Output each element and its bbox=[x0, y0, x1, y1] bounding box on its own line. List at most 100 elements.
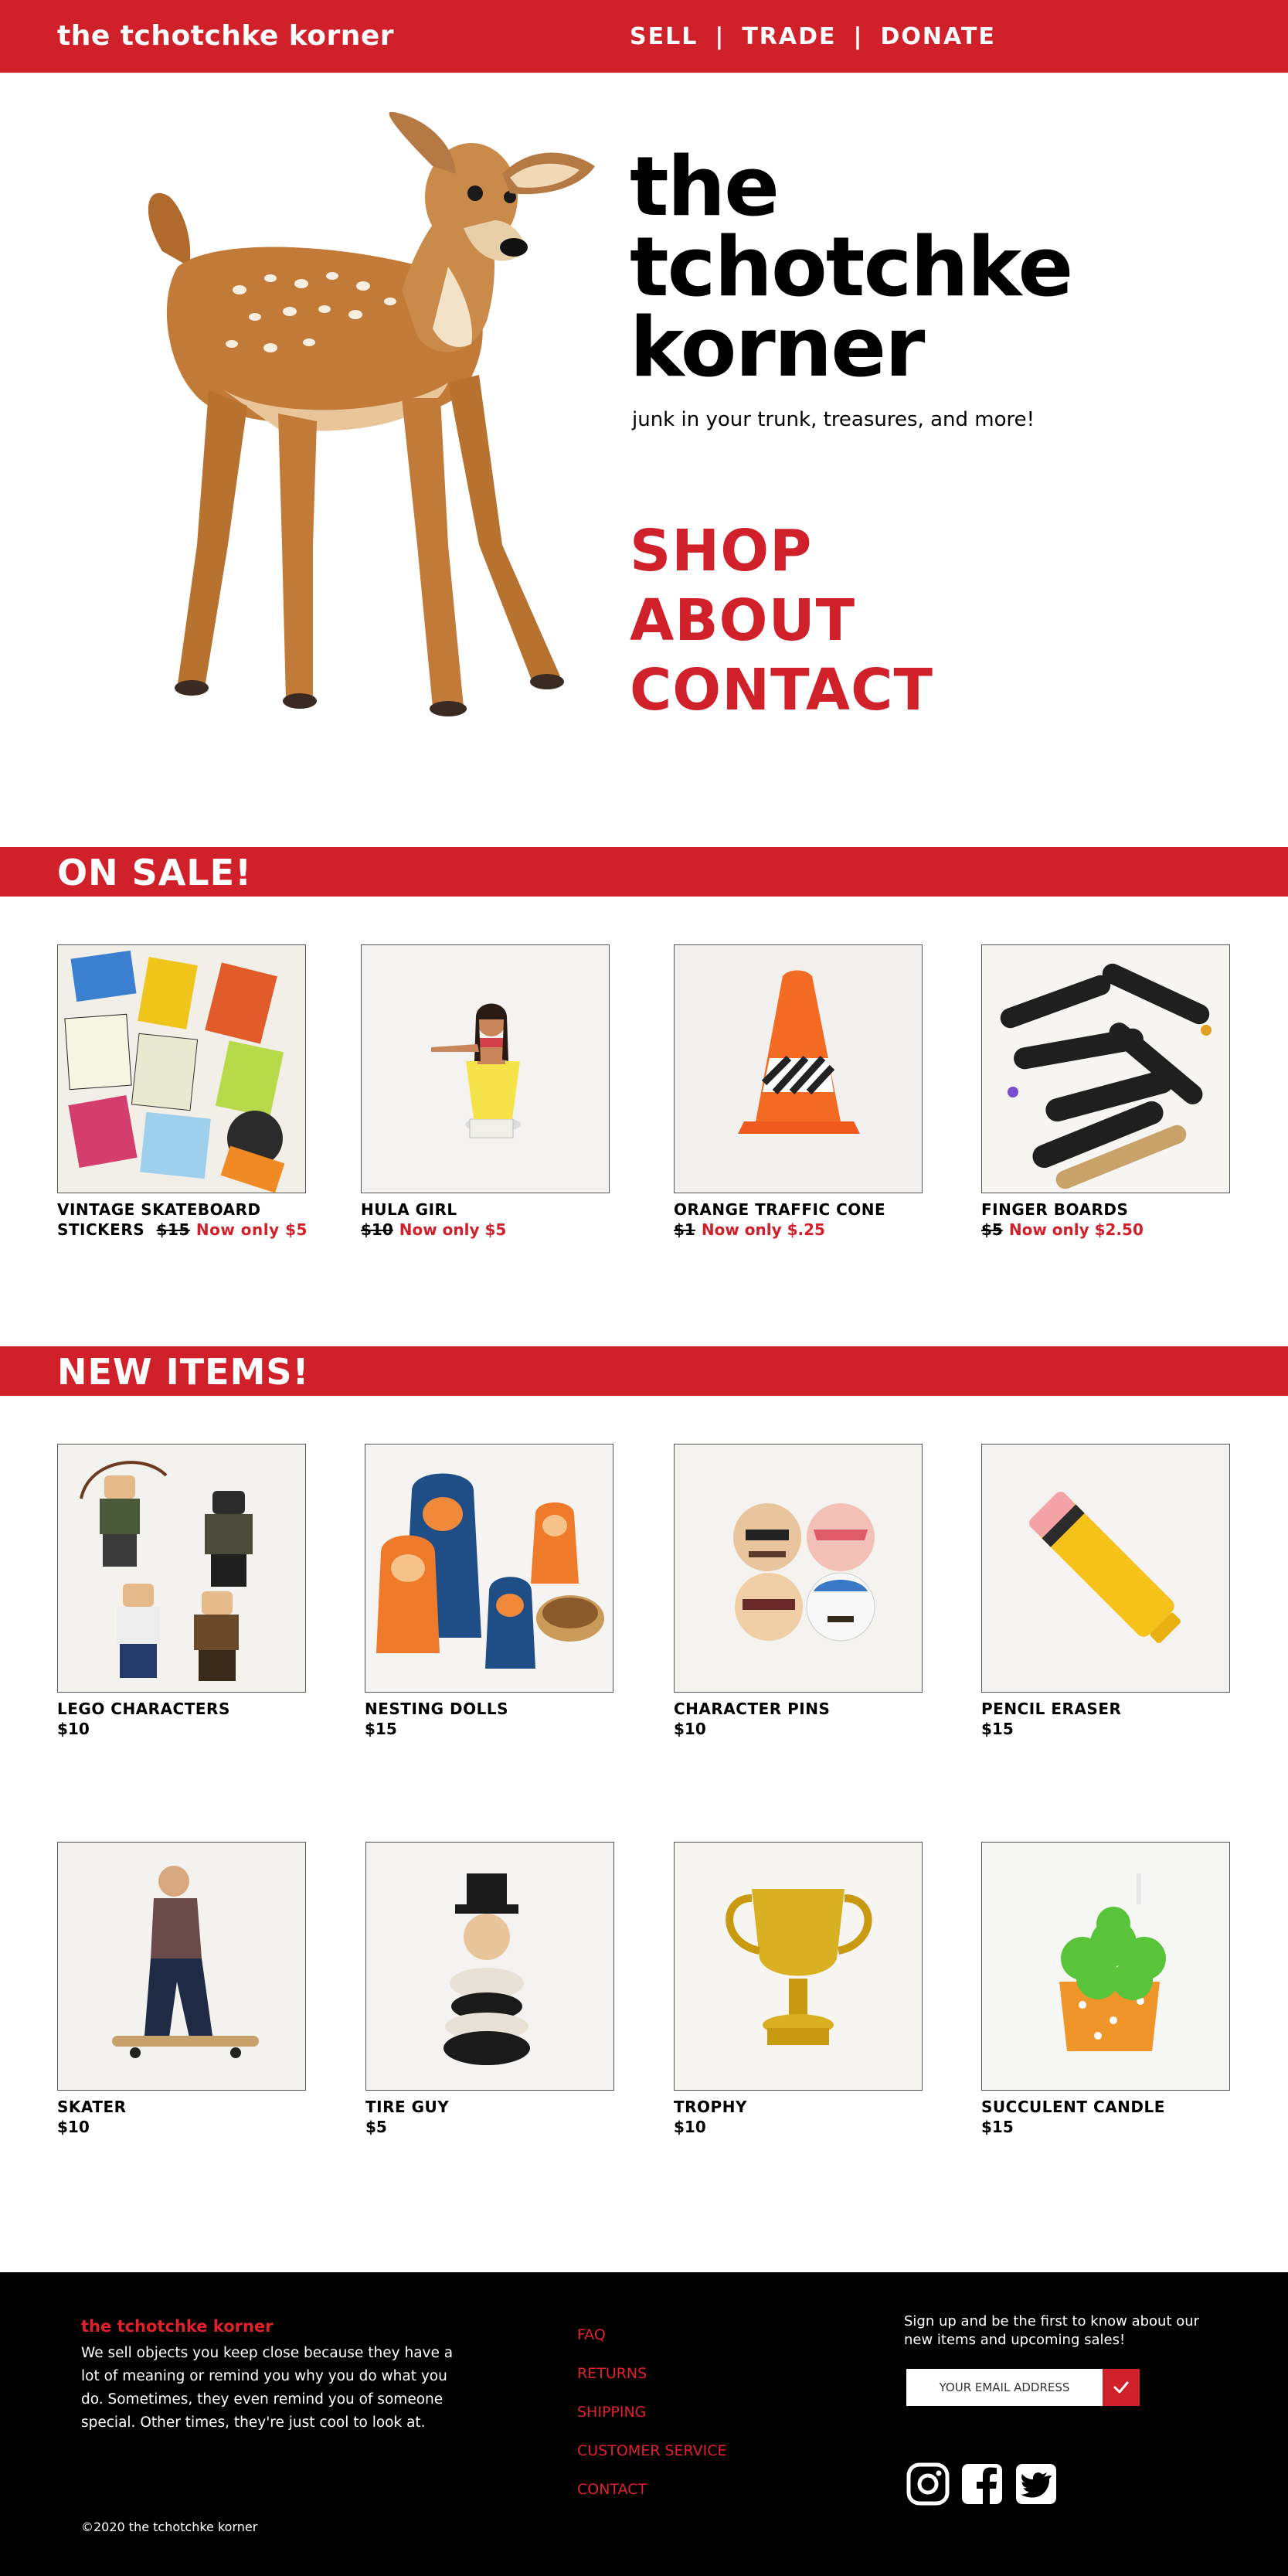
product-card[interactable]: NESTING DOLLS $15 bbox=[365, 1444, 616, 1739]
sale-price: Now only $5 bbox=[195, 1220, 308, 1239]
stickers-illustration bbox=[58, 945, 305, 1193]
nav-sell[interactable]: SELL bbox=[630, 23, 698, 50]
newsletter-text: Sign up and be the first to know about o… bbox=[904, 2313, 1200, 2348]
instagram-icon[interactable] bbox=[906, 2462, 950, 2506]
product-price: $10 bbox=[674, 2118, 706, 2136]
footer-link-faq[interactable]: FAQ bbox=[577, 2316, 727, 2354]
product-price: $10 bbox=[57, 1720, 90, 1738]
hero-link-shop[interactable]: SHOP bbox=[630, 516, 933, 586]
product-card[interactable]: LEGO CHARACTERS $10 bbox=[57, 1444, 308, 1739]
product-card[interactable]: ORANGE TRAFFIC CONE $1 Now only $.25 bbox=[674, 944, 925, 1240]
new-items-banner: NEW ITEMS! bbox=[0, 1346, 1288, 1396]
product-image-skater[interactable] bbox=[57, 1842, 306, 2091]
email-input[interactable] bbox=[906, 2369, 1103, 2406]
footer: the tchotchke korner We sell objects you… bbox=[0, 2272, 1288, 2576]
product-image-trophy[interactable] bbox=[674, 1842, 923, 2091]
finger-boards-illustration bbox=[982, 945, 1229, 1193]
facebook-icon[interactable] bbox=[960, 2462, 1004, 2506]
traffic-cone-illustration bbox=[675, 945, 922, 1193]
succulent-candle-illustration bbox=[982, 1843, 1229, 2090]
product-price: $10 bbox=[57, 2118, 90, 2136]
product-image-finger-boards[interactable] bbox=[981, 944, 1230, 1193]
product-image-hula-girl[interactable] bbox=[361, 944, 610, 1193]
product-card[interactable]: TROPHY $10 bbox=[674, 1842, 925, 2137]
product-card[interactable]: VINTAGE SKATEBOARD STICKERS $15 Now only … bbox=[57, 944, 308, 1240]
product-image-tire-guy[interactable] bbox=[365, 1842, 614, 2091]
product-card[interactable]: CHARACTER PINS $10 bbox=[674, 1444, 925, 1739]
product-name[interactable]: HULA GIRL bbox=[361, 1200, 612, 1220]
product-name[interactable]: SKATER bbox=[57, 2097, 308, 2117]
on-sale-banner: ON SALE! bbox=[0, 847, 1288, 897]
product-name[interactable]: SUCCULENT CANDLE bbox=[981, 2097, 1232, 2117]
email-submit-button[interactable] bbox=[1103, 2369, 1140, 2406]
original-price: $15 bbox=[156, 1220, 190, 1239]
product-price: $10 bbox=[674, 1720, 706, 1738]
footer-link-returns[interactable]: RETURNS bbox=[577, 2354, 727, 2393]
product-card[interactable]: TIRE GUY $5 bbox=[365, 1842, 617, 2137]
product-image-skateboard-stickers[interactable] bbox=[57, 944, 306, 1193]
product-price: $1 Now only $.25 bbox=[674, 1220, 925, 1240]
sale-price: Now only $2.50 bbox=[1008, 1220, 1144, 1239]
sale-price: Now only $5 bbox=[399, 1220, 507, 1239]
product-price: $5 bbox=[365, 2118, 387, 2136]
product-price: $15 bbox=[981, 1720, 1014, 1738]
product-name[interactable]: TIRE GUY bbox=[365, 2097, 617, 2117]
product-card[interactable]: SUCCULENT CANDLE $15 bbox=[981, 1842, 1232, 2137]
original-price: $10 bbox=[361, 1220, 393, 1239]
nav-donate[interactable]: DONATE bbox=[880, 23, 995, 50]
product-image-lego-characters[interactable] bbox=[57, 1444, 306, 1693]
product-price: $10 Now only $5 bbox=[361, 1220, 612, 1240]
tire-guy-illustration bbox=[366, 1843, 613, 2090]
hero-link-about[interactable]: ABOUT bbox=[630, 586, 933, 655]
nesting-dolls-illustration bbox=[365, 1445, 613, 1692]
hero-title-line: tchotchke bbox=[630, 219, 1073, 315]
product-name[interactable]: CHARACTER PINS bbox=[674, 1699, 925, 1719]
product-card[interactable]: SKATER $10 bbox=[57, 1842, 308, 2137]
product-price: $5 Now only $2.50 bbox=[981, 1220, 1232, 1240]
trophy-illustration bbox=[675, 1843, 922, 2090]
character-pins-illustration bbox=[675, 1445, 922, 1692]
original-price: $1 bbox=[674, 1220, 695, 1239]
product-name-line: STICKERS bbox=[57, 1220, 145, 1239]
fawn-figurine-image bbox=[148, 112, 595, 716]
product-price: $15 bbox=[981, 2118, 1014, 2136]
hero-links: SHOP ABOUT CONTACT bbox=[630, 516, 933, 725]
twitter-icon[interactable] bbox=[1014, 2462, 1058, 2506]
hula-girl-illustration bbox=[362, 945, 609, 1193]
footer-link-contact[interactable]: CONTACT bbox=[577, 2470, 727, 2509]
product-card[interactable]: HULA GIRL $10 Now only $5 bbox=[361, 944, 612, 1240]
product-name[interactable]: NESTING DOLLS bbox=[365, 1699, 616, 1719]
pencil-eraser-illustration bbox=[982, 1445, 1229, 1692]
product-image-succulent-candle[interactable] bbox=[981, 1842, 1230, 2091]
nav-trade[interactable]: TRADE bbox=[742, 23, 836, 50]
footer-brand: the tchotchke korner bbox=[81, 2317, 274, 2336]
product-image-traffic-cone[interactable] bbox=[674, 944, 923, 1193]
footer-links: FAQ RETURNS SHIPPING CUSTOMER SERVICE CO… bbox=[577, 2316, 727, 2509]
product-name[interactable]: VINTAGE SKATEBOARD STICKERS $15 Now only … bbox=[57, 1200, 308, 1240]
product-image-nesting-dolls[interactable] bbox=[365, 1444, 613, 1693]
product-name[interactable]: FINGER BOARDS bbox=[981, 1200, 1232, 1220]
top-nav: SELL | TRADE | DONATE bbox=[630, 23, 996, 50]
original-price: $5 bbox=[981, 1220, 1003, 1239]
footer-link-customer-service[interactable]: CUSTOMER SERVICE bbox=[577, 2431, 727, 2470]
nav-separator: | bbox=[853, 23, 864, 50]
product-name[interactable]: PENCIL ERASER bbox=[981, 1699, 1232, 1719]
skater-illustration bbox=[58, 1843, 305, 2090]
product-card[interactable]: FINGER BOARDS $5 Now only $2.50 bbox=[981, 944, 1232, 1240]
hero-tagline: junk in your trunk, treasures, and more! bbox=[632, 408, 1035, 431]
product-card[interactable]: PENCIL ERASER $15 bbox=[981, 1444, 1232, 1739]
product-name[interactable]: LEGO CHARACTERS bbox=[57, 1699, 308, 1719]
footer-link-shipping[interactable]: SHIPPING bbox=[577, 2393, 727, 2431]
lego-characters-illustration bbox=[58, 1445, 305, 1692]
product-name[interactable]: ORANGE TRAFFIC CONE bbox=[674, 1200, 925, 1220]
sale-price: Now only $.25 bbox=[701, 1220, 825, 1239]
product-image-character-pins[interactable] bbox=[674, 1444, 923, 1693]
hero-title-line: korner bbox=[630, 300, 925, 395]
hero-link-contact[interactable]: CONTACT bbox=[630, 655, 933, 725]
section-heading: ON SALE! bbox=[57, 852, 253, 893]
product-name[interactable]: TROPHY bbox=[674, 2097, 925, 2117]
site-logo[interactable]: the tchotchke korner bbox=[57, 20, 394, 52]
product-price: $15 bbox=[365, 1720, 397, 1738]
hero-title: the tchotchke korner bbox=[630, 146, 1073, 395]
product-image-pencil-eraser[interactable] bbox=[981, 1444, 1230, 1693]
